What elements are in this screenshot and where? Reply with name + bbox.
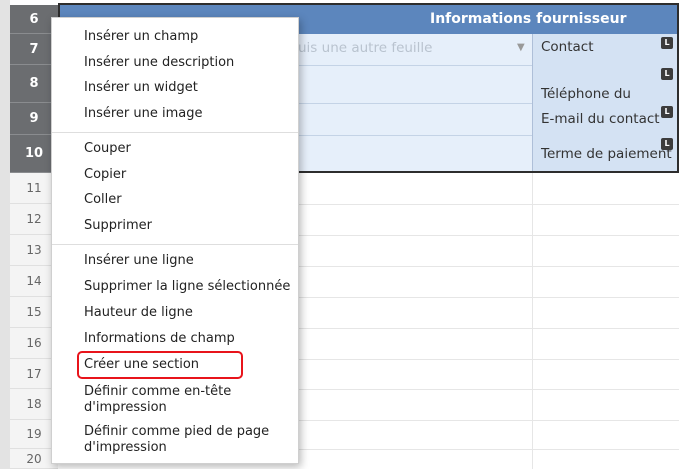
menu-item-insert-description[interactable]: Insérer une description <box>84 55 234 71</box>
menu-item-set-print-footer[interactable]: Définir comme pied de page d'impression <box>84 424 269 456</box>
menu-item-paste[interactable]: Coller <box>84 192 122 208</box>
menu-item-delete-selected-row[interactable]: Supprimer la ligne sélectionnée <box>84 279 290 295</box>
menu-item-insert-image[interactable]: Insérer une image <box>84 106 202 122</box>
context-menu: Insérer un champ Insérer une description… <box>51 17 299 464</box>
menu-item-delete[interactable]: Supprimer <box>84 218 152 234</box>
menu-item-field-info[interactable]: Informations de champ <box>84 331 235 347</box>
menu-separator <box>52 132 298 133</box>
menu-item-insert-widget[interactable]: Insérer un widget <box>84 80 198 96</box>
menu-item-cut[interactable]: Couper <box>84 141 131 157</box>
menu-separator <box>52 244 298 245</box>
left-margin-strip <box>0 0 10 469</box>
menu-item-row-height[interactable]: Hauteur de ligne <box>84 305 193 321</box>
menu-item-set-print-header[interactable]: Définir comme en-tête d'impression <box>84 384 231 416</box>
menu-item-copy[interactable]: Copier <box>84 167 126 183</box>
menu-item-insert-row[interactable]: Insérer une ligne <box>84 253 194 269</box>
highlight-box <box>77 351 243 379</box>
grid-column-line <box>532 173 533 469</box>
menu-item-insert-field[interactable]: Insérer un champ <box>84 29 198 45</box>
